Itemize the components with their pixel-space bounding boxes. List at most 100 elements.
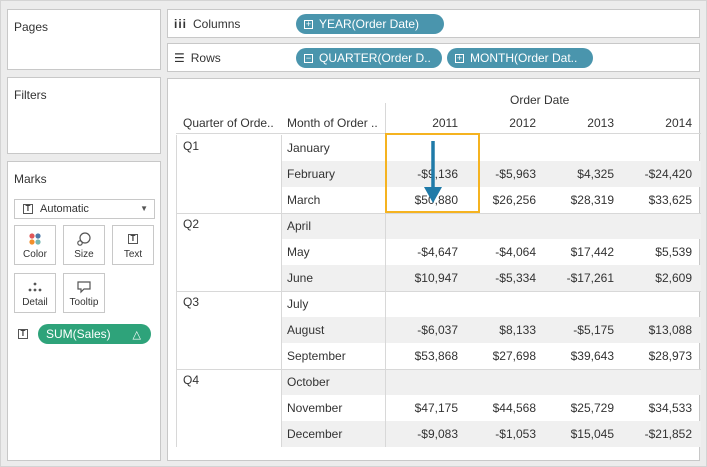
table-cell[interactable]: -$24,420	[622, 167, 692, 181]
filters-pane[interactable]: Filters	[7, 77, 161, 154]
year-header-2011[interactable]: 2011	[398, 116, 458, 130]
month-label-may[interactable]: May	[287, 245, 310, 259]
table-cell[interactable]: $17,442	[544, 245, 614, 259]
table-cell[interactable]: $2,609	[622, 271, 692, 285]
text-button[interactable]: T Text	[112, 225, 154, 265]
table-cell[interactable]: $34,533	[622, 401, 692, 415]
month-label-july[interactable]: July	[287, 297, 308, 311]
table-cell[interactable]: $27,698	[466, 349, 536, 363]
year-header-2012[interactable]: 2012	[476, 116, 536, 130]
table-cell[interactable]: $8,133	[466, 323, 536, 337]
sum-text-icon: T	[18, 329, 28, 339]
column-divider	[281, 135, 282, 447]
rows-shelf[interactable]: ☰ Rows − QUARTER(Order D.. + MONTH(Order…	[167, 43, 700, 72]
quarter-divider	[176, 369, 701, 370]
month-pill-label: MONTH(Order Dat..	[470, 51, 578, 65]
month-label-august[interactable]: August	[287, 323, 324, 337]
table-cell[interactable]: -$9,083	[388, 427, 458, 441]
rows-label: Rows	[190, 51, 221, 65]
filters-title: Filters	[14, 88, 47, 102]
crosstab-view: Order Date Quarter of Orde.. Month of Or…	[167, 78, 701, 461]
quarter-label-Q4[interactable]: Q4	[183, 373, 199, 387]
marks-title: Marks	[14, 172, 47, 186]
table-cell[interactable]: -$5,175	[544, 323, 614, 337]
text-button-label: Text	[123, 249, 143, 260]
quarter-divider	[176, 291, 701, 292]
table-cell[interactable]: $4,325	[544, 167, 614, 181]
size-icon	[64, 232, 104, 246]
table-cell[interactable]: -$4,064	[466, 245, 536, 259]
table-cell[interactable]: $10,947	[388, 271, 458, 285]
pages-title: Pages	[14, 20, 49, 34]
mark-type-dropdown[interactable]: T Automatic ▼	[14, 199, 155, 219]
detail-button[interactable]: Detail	[14, 273, 56, 313]
quarter-divider	[176, 213, 701, 214]
table-cell[interactable]: -$1,053	[466, 427, 536, 441]
table-cell[interactable]: $25,729	[544, 401, 614, 415]
month-label-november[interactable]: November	[287, 401, 342, 415]
mark-type-value: Automatic	[40, 203, 89, 215]
size-button-label: Size	[74, 249, 94, 260]
expand-icon: +	[455, 52, 464, 63]
quarter-label-Q2[interactable]: Q2	[183, 217, 199, 231]
arrow-down-icon	[424, 141, 442, 203]
table-cell[interactable]: -$6,037	[388, 323, 458, 337]
chevron-down-icon: ▼	[140, 204, 148, 213]
marks-pane: Marks T Automatic ▼ Color Size T Text De…	[7, 161, 161, 461]
quarter-label-Q1[interactable]: Q1	[183, 139, 199, 153]
table-cell[interactable]: $13,088	[622, 323, 692, 337]
year-header-2013[interactable]: 2013	[554, 116, 614, 130]
quarter-pill-label: QUARTER(Order D..	[319, 51, 431, 65]
table-cell[interactable]: $28,973	[622, 349, 692, 363]
month-label-february[interactable]: February	[287, 167, 335, 181]
table-cell[interactable]: $28,319	[544, 193, 614, 207]
year-order-date-pill[interactable]: + YEAR(Order Date)	[296, 14, 444, 34]
pages-pane[interactable]: Pages	[7, 9, 161, 70]
delta-icon: △	[132, 328, 141, 341]
month-label-june[interactable]: June	[287, 271, 313, 285]
color-dots-icon	[15, 232, 55, 246]
month-label-april[interactable]: April	[287, 219, 311, 233]
month-label-march[interactable]: March	[287, 193, 320, 207]
color-button[interactable]: Color	[14, 225, 56, 265]
sum-sales-pill[interactable]: SUM(Sales) △	[38, 324, 151, 344]
quarter-order-date-pill[interactable]: − QUARTER(Order D..	[296, 48, 442, 68]
table-cell[interactable]: $53,868	[388, 349, 458, 363]
columns-icon: iii	[174, 17, 188, 31]
table-cell[interactable]: -$4,647	[388, 245, 458, 259]
table-cell[interactable]: $39,643	[544, 349, 614, 363]
table-cell[interactable]: -$17,261	[544, 271, 614, 285]
table-cell[interactable]: -$21,852	[622, 427, 692, 441]
table-cell[interactable]: $5,539	[622, 245, 692, 259]
table-cell[interactable]: $15,045	[544, 427, 614, 441]
month-label-january[interactable]: January	[287, 141, 330, 155]
tooltip-button-label: Tooltip	[69, 297, 99, 308]
rows-icon: ☰	[174, 51, 185, 65]
month-label-october[interactable]: October	[287, 375, 330, 389]
detail-button-label: Detail	[22, 297, 48, 308]
rows-shelf-label: ☰ Rows	[174, 51, 221, 65]
year-header-2014[interactable]: 2014	[632, 116, 692, 130]
column-divider	[176, 135, 177, 447]
month-label-december[interactable]: December	[287, 427, 342, 441]
columns-shelf[interactable]: iii Columns + YEAR(Order Date)	[167, 9, 700, 38]
size-button[interactable]: Size	[63, 225, 105, 265]
table-cell[interactable]: -$5,334	[466, 271, 536, 285]
row-band	[281, 369, 701, 395]
table-cell[interactable]: $33,625	[622, 193, 692, 207]
table-cell[interactable]: $47,175	[388, 401, 458, 415]
tooltip-button[interactable]: Tooltip	[63, 273, 105, 313]
order-date-header: Order Date	[510, 93, 570, 107]
row-band	[281, 213, 701, 239]
text-mark-icon: T	[23, 204, 33, 214]
month-label-september[interactable]: September	[287, 349, 346, 363]
quarter-label-Q3[interactable]: Q3	[183, 295, 199, 309]
quarter-row-header[interactable]: Quarter of Orde..	[183, 116, 274, 130]
month-row-header[interactable]: Month of Order ..	[287, 116, 378, 130]
table-cell[interactable]: $44,568	[466, 401, 536, 415]
month-order-date-pill[interactable]: + MONTH(Order Dat..	[447, 48, 593, 68]
expand-icon: +	[304, 18, 313, 29]
sum-sales-label: SUM(Sales)	[46, 327, 111, 341]
tooltip-icon	[64, 280, 104, 294]
text-icon: T	[113, 232, 153, 246]
